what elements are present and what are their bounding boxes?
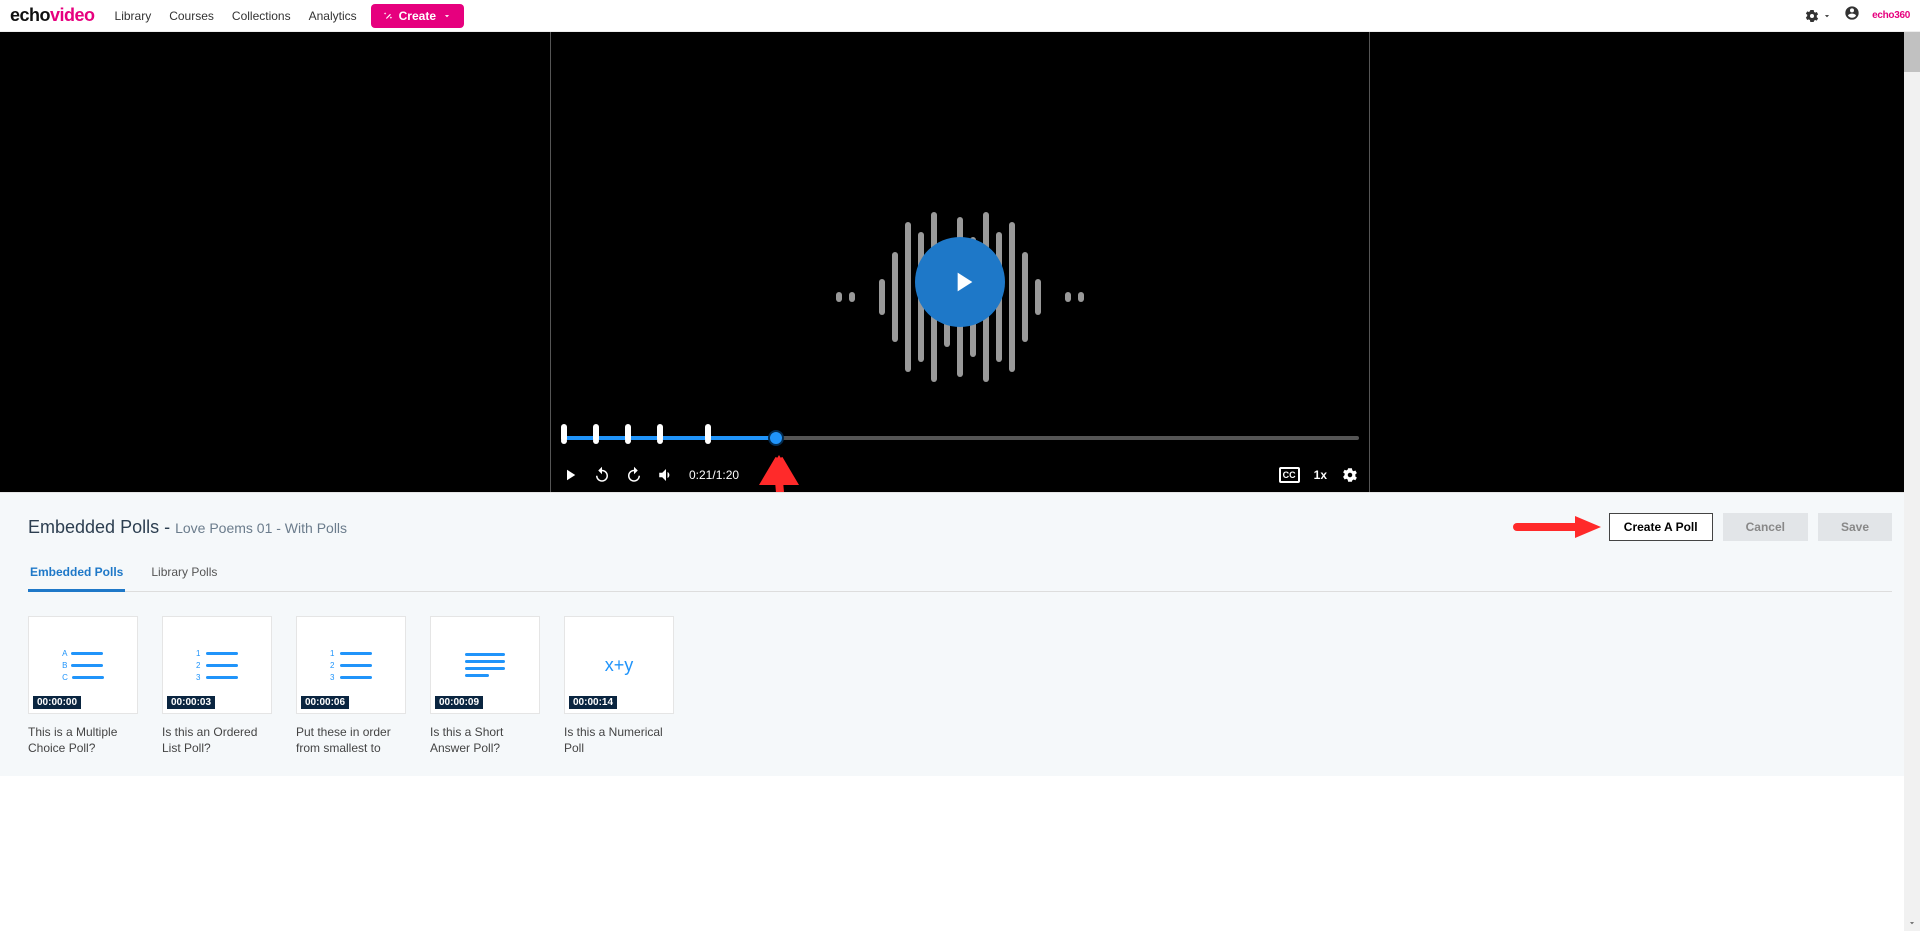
polls-section: Embedded Polls - Love Poems 01 - With Po… — [0, 492, 1920, 776]
polls-tabs: Embedded Polls Library Polls — [28, 559, 1892, 592]
player-controls: 0:21/1:20 CC 1x — [561, 466, 1359, 484]
poll-card[interactable]: 1 2 3 00:00:03 Is this an Ordered List P… — [162, 616, 272, 756]
poll-card[interactable]: 00:00:09 Is this a Short Answer Poll? — [430, 616, 540, 756]
poll-label: Is this a Numerical Poll — [564, 724, 674, 756]
nav-collections[interactable]: Collections — [232, 9, 291, 23]
nav-library[interactable]: Library — [115, 9, 152, 23]
chevron-down-icon — [442, 11, 452, 21]
annotation-arrow-create — [1513, 514, 1603, 540]
poll-card[interactable]: 1 2 3 00:00:06 Put these in order from s… — [296, 616, 406, 756]
poll-time: 00:00:06 — [301, 696, 349, 709]
user-circle-icon — [1844, 5, 1860, 21]
logo-part2: video — [50, 5, 95, 25]
video-stage: 0:21/1:20 CC 1x — [0, 32, 1920, 492]
video-frame: 0:21/1:20 CC 1x — [550, 32, 1370, 492]
cc-button[interactable]: CC — [1279, 467, 1300, 483]
poll-marker-3[interactable] — [625, 424, 631, 442]
account-button[interactable] — [1844, 5, 1860, 26]
top-navbar: echovideo Library Courses Collections An… — [0, 0, 1920, 32]
numerical-icon: x+y — [605, 655, 634, 676]
polls-title-prefix: Embedded Polls - — [28, 517, 175, 537]
forward-icon[interactable] — [625, 466, 643, 484]
gear-icon — [1804, 8, 1820, 24]
polls-title-media: Love Poems 01 - With Polls — [175, 520, 347, 536]
poll-time: 00:00:03 — [167, 696, 215, 709]
tab-embedded-polls[interactable]: Embedded Polls — [28, 559, 125, 592]
poll-thumb-num: x+y 00:00:14 — [564, 616, 674, 714]
echo360-brand: echo360 — [1872, 10, 1910, 21]
cancel-button[interactable]: Cancel — [1723, 513, 1808, 541]
create-label: Create — [399, 9, 436, 23]
poll-label: Is this a Short Answer Poll? — [430, 724, 540, 756]
poll-marker-5[interactable] — [705, 424, 711, 442]
scroll-down-button[interactable] — [1904, 915, 1920, 931]
play-button[interactable] — [915, 237, 1005, 327]
play-small-icon[interactable] — [561, 466, 579, 484]
poll-label: Is this an Ordered List Poll? — [162, 724, 272, 756]
settings-gear-icon[interactable] — [1341, 466, 1359, 484]
settings-menu[interactable] — [1804, 8, 1832, 24]
caret-down-icon — [1907, 918, 1917, 928]
scrollbar[interactable] — [1904, 32, 1920, 931]
poll-thumb-sa: 00:00:09 — [430, 616, 540, 714]
time-display: 0:21/1:20 — [689, 468, 739, 482]
poll-thumb-ord: 1 2 3 00:00:06 — [296, 616, 406, 714]
poll-card[interactable]: A B C 00:00:00 This is a Multiple Choice… — [28, 616, 138, 756]
poll-thumb-mc: A B C 00:00:00 — [28, 616, 138, 714]
poll-marker-4[interactable] — [657, 424, 663, 442]
poll-cards: A B C 00:00:00 This is a Multiple Choice… — [28, 616, 1892, 756]
poll-label: This is a Multiple Choice Poll? — [28, 724, 138, 756]
scrollbar-thumb[interactable] — [1904, 32, 1920, 72]
nav-analytics[interactable]: Analytics — [309, 9, 357, 23]
nav-courses[interactable]: Courses — [169, 9, 214, 23]
polls-header: Embedded Polls - Love Poems 01 - With Po… — [28, 513, 1892, 541]
poll-time: 00:00:14 — [569, 696, 617, 709]
logo-part1: echo — [10, 5, 50, 25]
polls-actions: Create A Poll Cancel Save — [1513, 513, 1892, 541]
progress-bar[interactable] — [561, 424, 1359, 444]
create-poll-button[interactable]: Create A Poll — [1609, 513, 1713, 541]
poll-card[interactable]: x+y 00:00:14 Is this a Numerical Poll — [564, 616, 674, 756]
main-nav: Library Courses Collections Analytics — [115, 9, 357, 23]
polls-title: Embedded Polls - Love Poems 01 - With Po… — [28, 517, 347, 538]
poll-thumb-ord: 1 2 3 00:00:03 — [162, 616, 272, 714]
caret-down-icon — [1822, 11, 1832, 21]
poll-marker-2[interactable] — [593, 424, 599, 442]
tab-library-polls[interactable]: Library Polls — [149, 559, 219, 591]
play-icon — [947, 266, 979, 298]
progress-handle[interactable] — [768, 430, 784, 446]
poll-marker-1[interactable] — [561, 424, 567, 442]
poll-time: 00:00:00 — [33, 696, 81, 709]
volume-icon[interactable] — [657, 466, 675, 484]
save-button[interactable]: Save — [1818, 513, 1892, 541]
create-button[interactable]: Create — [371, 4, 464, 28]
speed-button[interactable]: 1x — [1314, 468, 1327, 482]
rewind-icon[interactable] — [593, 466, 611, 484]
wand-icon — [383, 11, 393, 21]
logo[interactable]: echovideo — [10, 5, 95, 26]
topbar-right: echo360 — [1804, 5, 1910, 26]
poll-time: 00:00:09 — [435, 696, 483, 709]
poll-label: Put these in order from smallest to — [296, 724, 406, 756]
